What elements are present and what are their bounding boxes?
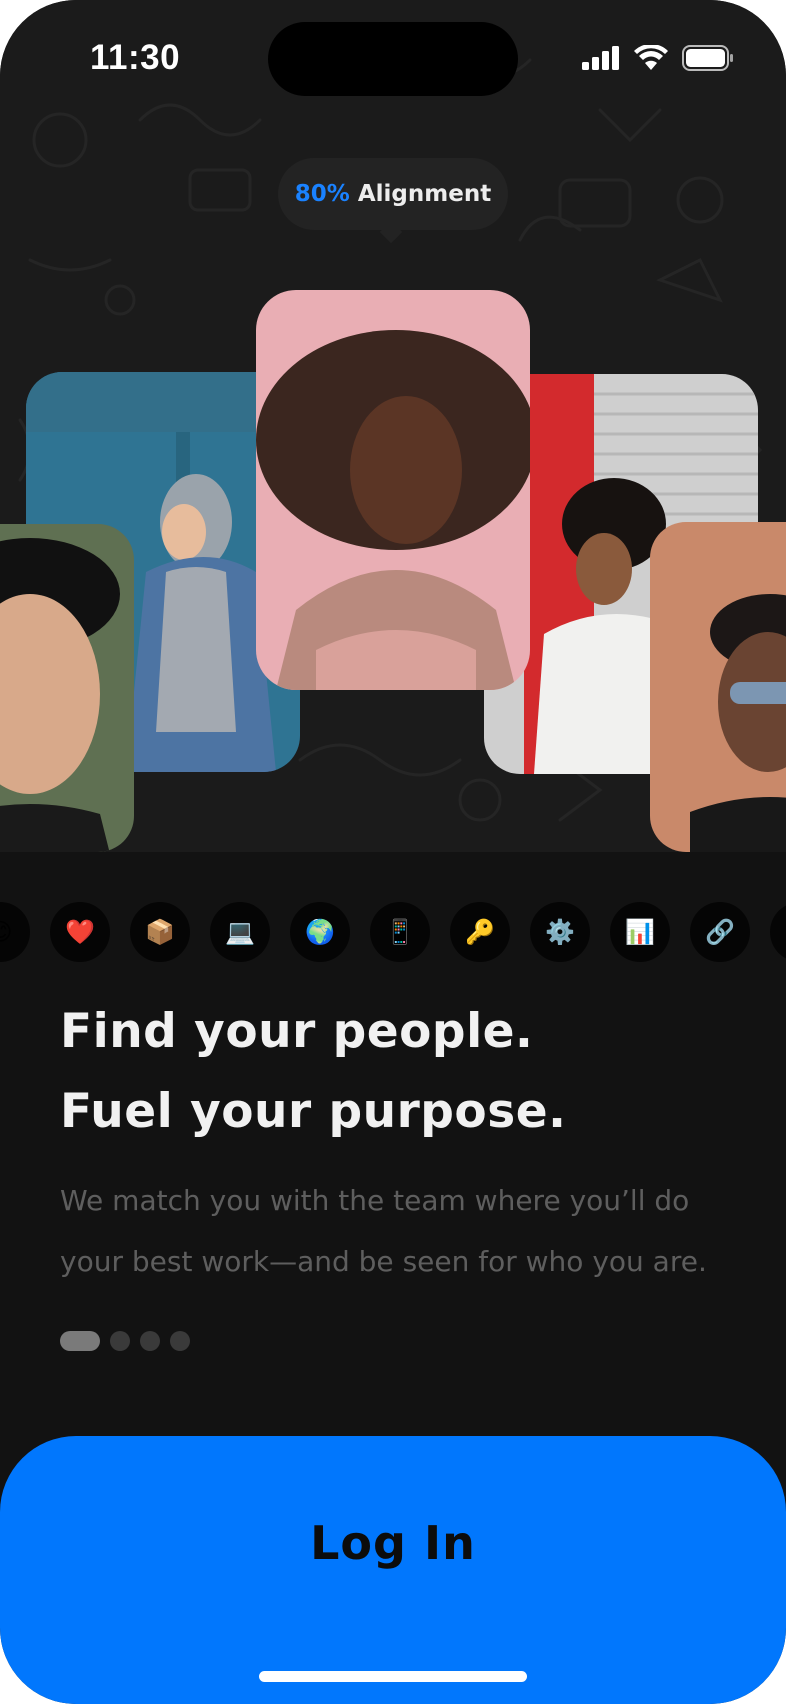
wifi-icon <box>634 43 668 75</box>
profile-photo-pink <box>256 290 530 690</box>
link-emoji-icon[interactable]: 🔗 <box>690 902 750 962</box>
gear-emoji-icon[interactable]: ⚙️ <box>530 902 590 962</box>
status-bar: 11:30 <box>0 0 786 120</box>
description-line-1: We match you with the team where you’ll … <box>60 1184 690 1217</box>
page-dot-4[interactable] <box>170 1331 190 1351</box>
headline-line-2: Fuel your purpose. <box>60 1084 567 1139</box>
phone-emoji-icon[interactable]: 📱 <box>370 902 430 962</box>
status-icons <box>582 43 734 75</box>
laptop-emoji-icon[interactable]: 💻 <box>210 902 270 962</box>
profile-photo-orange-wall <box>650 522 786 852</box>
alignment-badge: 80% Alignment <box>278 158 508 230</box>
search-emoji-icon[interactable]: 🔍 <box>770 902 786 962</box>
interest-icon-row: 😊 ❤️ 📦 💻 🌍 📱 🔑 ⚙️ 📊 🔗 🔍 <box>0 902 786 962</box>
smile-emoji-icon[interactable]: 😊 <box>0 902 30 962</box>
battery-icon <box>682 45 734 75</box>
headline-line-1: Find your people. <box>60 1004 534 1059</box>
package-emoji-icon[interactable]: 📦 <box>130 902 190 962</box>
alignment-percent: 80% <box>294 181 350 207</box>
page-indicator <box>60 1331 190 1351</box>
page-dot-1[interactable] <box>60 1331 100 1351</box>
bar-chart-emoji-icon[interactable]: 📊 <box>610 902 670 962</box>
heart-emoji-icon[interactable]: ❤️ <box>50 902 110 962</box>
home-indicator[interactable] <box>259 1671 527 1682</box>
login-button-label: Log In <box>310 1516 476 1570</box>
dynamic-island <box>268 22 518 96</box>
profile-photo-green <box>0 524 134 852</box>
description-line-2: your best work—and be seen for who you a… <box>60 1245 707 1278</box>
description: We match you with the team where you’ll … <box>60 1170 760 1292</box>
page-dot-2[interactable] <box>110 1331 130 1351</box>
onboarding-screen: 80% Alignment 11:30 ❤️ 📦 💻 🌍 📱 🔑 ⚙️ 📊 🔗 … <box>0 0 786 1704</box>
status-time: 11:30 <box>90 38 181 77</box>
hero-collage: 80% Alignment <box>0 0 786 852</box>
globe-emoji-icon[interactable]: 🌍 <box>290 902 350 962</box>
key-emoji-icon[interactable]: 🔑 <box>450 902 510 962</box>
cellular-signal-icon <box>582 46 620 74</box>
login-button[interactable]: Log In <box>0 1436 786 1704</box>
page-dot-3[interactable] <box>140 1331 160 1351</box>
alignment-label: Alignment <box>357 181 492 207</box>
